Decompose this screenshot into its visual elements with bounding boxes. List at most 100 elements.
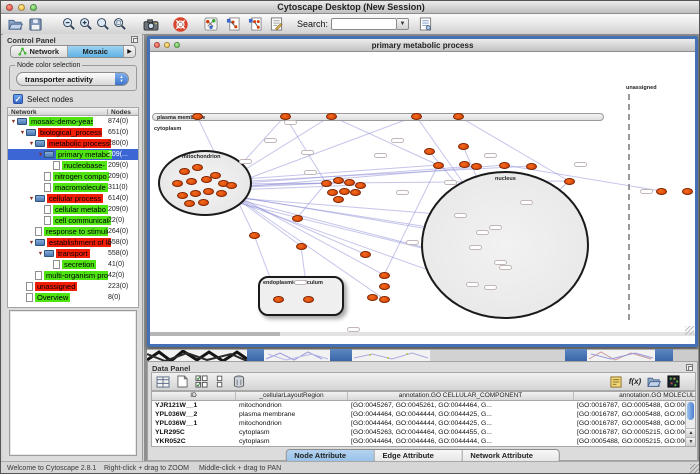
- table-row[interactable]: YPL036W__1mitochondrion[GO:0044464, GO:0…: [152, 419, 695, 428]
- tree-item[interactable]: nucleobase-209(0): [8, 160, 138, 171]
- frame-resize-grip[interactable]: [685, 326, 694, 335]
- network-canvas[interactable]: plasma membrane cytoplasm mitochondrion …: [150, 52, 695, 336]
- table-row[interactable]: YLR295Ccytoplasm[GO:0045263, GO:0044464,…: [152, 428, 695, 437]
- network-node[interactable]: [379, 283, 390, 290]
- window-resize-grip[interactable]: [690, 464, 700, 474]
- table-row[interactable]: YJR121W__1mitochondrion[GO:0045267, GO:0…: [152, 401, 695, 410]
- background-window-border[interactable]: [247, 349, 264, 361]
- background-window-overview-thumb[interactable]: [147, 349, 247, 361]
- tree-item[interactable]: macromolecule311(0): [8, 182, 138, 193]
- tree-item[interactable]: ▼metabolic process280(0): [8, 138, 138, 149]
- tree-item[interactable]: ▼mosaic-demo-yeast874(0): [8, 116, 138, 127]
- tree-item[interactable]: ▼primary metabo209(...: [8, 149, 138, 160]
- network-node[interactable]: [564, 178, 575, 185]
- tree-item[interactable]: cellular metabo209(0): [8, 204, 138, 215]
- expander-icon[interactable]: ▼: [28, 240, 35, 246]
- node-color-select[interactable]: transporter activity ▲▼: [16, 72, 129, 86]
- background-window-border[interactable]: [655, 349, 673, 361]
- delete-attribute-icon[interactable]: [231, 374, 247, 389]
- layout-network-a-icon[interactable]: [224, 16, 241, 33]
- more-tabs-arrow-icon[interactable]: ▶: [124, 46, 135, 57]
- network-node[interactable]: [303, 296, 314, 303]
- network-node[interactable]: [192, 113, 203, 120]
- annotation-icon[interactable]: [268, 16, 285, 33]
- network-node[interactable]: [184, 200, 195, 207]
- column-header[interactable]: ID: [152, 392, 236, 400]
- scrollbar-thumb[interactable]: [687, 402, 694, 420]
- column-header[interactable]: annotation.GO CELLULAR_COMPONENT: [348, 392, 574, 400]
- network-node[interactable]: [249, 232, 260, 239]
- expander-icon[interactable]: ▼: [37, 152, 44, 158]
- select-nodes-checkbox[interactable]: ✓: [13, 94, 23, 104]
- zoom-out-icon[interactable]: [60, 16, 77, 33]
- tree-item[interactable]: ▼establishment of lo558(0): [8, 237, 138, 248]
- network-node[interactable]: [499, 162, 510, 169]
- network-node[interactable]: [471, 163, 482, 170]
- attribute-matrix-icon[interactable]: [665, 374, 681, 389]
- network-node[interactable]: [326, 113, 337, 120]
- network-node[interactable]: [179, 168, 190, 175]
- tree-item[interactable]: secretion41(0): [8, 259, 138, 270]
- network-view-titlebar[interactable]: primary metabolic process: [150, 39, 695, 52]
- tree-item[interactable]: ▼cellular process614(0): [8, 193, 138, 204]
- snapshot-camera-icon[interactable]: [142, 16, 159, 33]
- network-node[interactable]: [280, 113, 291, 120]
- table-row[interactable]: YKR052Ccytoplasm[GO:0044464, GO:0044446,…: [152, 437, 695, 446]
- select-attributes-icon[interactable]: [193, 374, 209, 389]
- tree-item[interactable]: cell communicat22(0): [8, 215, 138, 226]
- tree-item[interactable]: ▼biological_process651(0): [8, 127, 138, 138]
- network-node[interactable]: [177, 192, 188, 199]
- column-header[interactable]: annotation.GO MOLECULAR_FUNCTION: [574, 392, 696, 400]
- table-row[interactable]: YPL036W__2plasma membrane[GO:0044464, GO…: [152, 410, 695, 419]
- save-session-icon[interactable]: [27, 16, 44, 33]
- expander-icon[interactable]: ▼: [28, 141, 35, 147]
- open-session-icon[interactable]: [7, 16, 24, 33]
- vizmapper-icon[interactable]: [202, 16, 219, 33]
- network-node[interactable]: [321, 180, 332, 187]
- network-node[interactable]: [656, 188, 667, 195]
- network-node[interactable]: [433, 162, 444, 169]
- network-node[interactable]: [526, 163, 537, 170]
- column-header[interactable]: _cellularLayoutRegion: [236, 392, 348, 400]
- unselect-attributes-icon[interactable]: [212, 374, 228, 389]
- network-node[interactable]: [273, 296, 284, 303]
- expander-icon[interactable]: ▼: [10, 119, 17, 125]
- float-panel-icon[interactable]: [131, 36, 138, 43]
- network-node[interactable]: [192, 164, 203, 171]
- network-node[interactable]: [216, 190, 227, 197]
- tree-item[interactable]: nitrogen compo209(0): [8, 171, 138, 182]
- tab-network[interactable]: Network: [11, 46, 68, 57]
- network-node[interactable]: [198, 199, 209, 206]
- network-node[interactable]: [226, 182, 237, 189]
- zoom-in-icon[interactable]: [77, 16, 94, 33]
- expander-icon[interactable]: ▼: [37, 251, 44, 257]
- network-node[interactable]: [360, 251, 371, 258]
- network-node[interactable]: [186, 178, 197, 185]
- table-vscrollbar[interactable]: ▲ ▼: [685, 401, 695, 446]
- network-node[interactable]: [424, 148, 435, 155]
- network-node[interactable]: [333, 196, 344, 203]
- tree-item[interactable]: unassigned223(0): [8, 281, 138, 292]
- network-node[interactable]: [172, 180, 183, 187]
- tree-item[interactable]: response to stimulu264(0): [8, 226, 138, 237]
- network-node[interactable]: [292, 215, 303, 222]
- search-dropdown-arrow-icon[interactable]: ▼: [397, 18, 409, 30]
- background-window-border[interactable]: [330, 349, 352, 361]
- zoom-fit-icon[interactable]: [94, 16, 111, 33]
- layout-network-b-icon[interactable]: [246, 16, 263, 33]
- network-node[interactable]: [411, 113, 422, 120]
- network-node[interactable]: [333, 177, 344, 184]
- network-node[interactable]: [459, 161, 470, 168]
- network-node[interactable]: [367, 294, 378, 301]
- network-node[interactable]: [190, 190, 201, 197]
- background-window-thumb[interactable]: [264, 349, 330, 361]
- tree-item[interactable]: multi-organism pro42(0): [8, 270, 138, 281]
- network-node[interactable]: [327, 189, 338, 196]
- formula-fx-icon[interactable]: f(x): [627, 374, 643, 389]
- tab-mosaic[interactable]: Mosaic: [68, 46, 125, 57]
- import-attributes-icon[interactable]: [646, 374, 662, 389]
- network-node[interactable]: [296, 243, 307, 250]
- network-node[interactable]: [203, 188, 214, 195]
- network-node[interactable]: [458, 143, 469, 150]
- network-node[interactable]: [210, 172, 221, 179]
